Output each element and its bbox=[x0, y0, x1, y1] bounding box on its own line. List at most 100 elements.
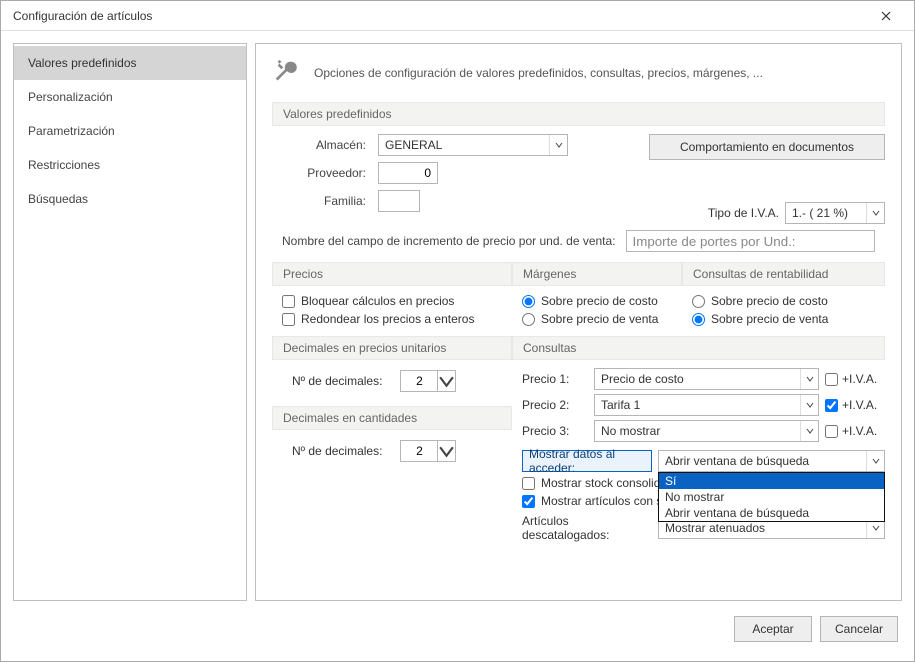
dec-cant-spinner[interactable] bbox=[400, 440, 456, 462]
dialog-window: Configuración de artículos Valores prede… bbox=[0, 0, 915, 662]
increment-label: Nombre del campo de incremento de precio… bbox=[282, 234, 616, 248]
margen-costo-radio-row[interactable]: Sobre precio de costo bbox=[522, 294, 672, 308]
precio3-combo[interactable]: No mostrar bbox=[594, 420, 819, 442]
bloquear-checkbox[interactable] bbox=[282, 295, 295, 308]
margen-costo-radio[interactable] bbox=[522, 295, 535, 308]
sidebar-item-valores[interactable]: Valores predefinidos bbox=[14, 46, 246, 80]
iva-value: 1.- ( 21 %) bbox=[792, 206, 866, 220]
group-rentabilidad: Consultas de rentabilidad bbox=[682, 262, 885, 286]
sidebar-item-personalizacion[interactable]: Personalización bbox=[14, 80, 246, 114]
redondear-checkbox-row[interactable]: Redondear los precios a enteros bbox=[282, 312, 502, 326]
precio3-iva-row[interactable]: +I.V.A. bbox=[825, 424, 885, 438]
precio1-iva-label: +I.V.A. bbox=[842, 372, 877, 386]
sidebar: Valores predefinidos Personalización Par… bbox=[13, 43, 247, 601]
chevron-down-icon bbox=[800, 369, 818, 389]
sidebar-label: Restricciones bbox=[28, 158, 100, 172]
proveedor-label: Proveedor: bbox=[282, 166, 370, 180]
titlebar: Configuración de artículos bbox=[1, 1, 914, 31]
margen-venta-radio[interactable] bbox=[522, 313, 535, 326]
almacen-combo[interactable]: GENERAL bbox=[378, 134, 568, 156]
articulos-sto-label: Mostrar artículos con st bbox=[541, 494, 666, 508]
mostrar-label: Mostrar datos al acceder: bbox=[522, 450, 652, 472]
comportamiento-button[interactable]: Comportamiento en documentos bbox=[649, 134, 885, 160]
margen-venta-radio-row[interactable]: Sobre precio de venta bbox=[522, 312, 672, 326]
group-valores: Valores predefinidos bbox=[272, 102, 885, 126]
almacen-label: Almacén: bbox=[282, 138, 370, 152]
dialog-body: Valores predefinidos Personalización Par… bbox=[1, 31, 914, 661]
mostrar-option-no[interactable]: No mostrar bbox=[659, 489, 884, 505]
descat-label: Artículos descatalogados: bbox=[522, 514, 652, 542]
bloquear-checkbox-row[interactable]: Bloquear cálculos en precios bbox=[282, 294, 502, 308]
chevron-down-icon bbox=[800, 421, 818, 441]
chevron-down-icon[interactable] bbox=[438, 440, 456, 462]
stock-consol-label: Mostrar stock consolida bbox=[541, 476, 667, 490]
header-description: Opciones de configuración de valores pre… bbox=[314, 66, 763, 80]
sidebar-item-restricciones[interactable]: Restricciones bbox=[14, 148, 246, 182]
articulos-sto-checkbox[interactable] bbox=[522, 495, 535, 508]
iva-combo[interactable]: 1.- ( 21 %) bbox=[785, 202, 885, 224]
precio1-combo[interactable]: Precio de costo bbox=[594, 368, 819, 390]
dec-cant-label: Nº de decimales: bbox=[292, 444, 382, 458]
mostrar-dropdown-list[interactable]: Sí No mostrar Abrir ventana de búsqueda bbox=[658, 472, 885, 522]
main-panel: Opciones de configuración de valores pre… bbox=[255, 43, 902, 601]
precio3-iva-label: +I.V.A. bbox=[842, 424, 877, 438]
familia-label: Familia: bbox=[282, 194, 370, 208]
sidebar-item-busquedas[interactable]: Búsquedas bbox=[14, 182, 246, 216]
panes: Valores predefinidos Personalización Par… bbox=[13, 43, 902, 601]
close-button[interactable] bbox=[866, 1, 906, 31]
mostrar-option-si[interactable]: Sí bbox=[659, 473, 884, 489]
wrench-icon bbox=[272, 58, 302, 88]
proveedor-input[interactable] bbox=[378, 162, 438, 184]
iva-label: Tipo de I.V.A. bbox=[708, 206, 779, 220]
stock-consol-checkbox[interactable] bbox=[522, 477, 535, 490]
mostrar-option-abrir[interactable]: Abrir ventana de búsqueda bbox=[659, 505, 884, 521]
chevron-down-icon bbox=[866, 203, 884, 223]
dec-unit-input[interactable] bbox=[400, 370, 438, 392]
rentab-venta-radio-row[interactable]: Sobre precio de venta bbox=[692, 312, 875, 326]
precio2-combo[interactable]: Tarifa 1 bbox=[594, 394, 819, 416]
familia-input[interactable] bbox=[378, 190, 420, 212]
precio1-label: Precio 1: bbox=[522, 372, 588, 386]
redondear-checkbox[interactable] bbox=[282, 313, 295, 326]
increment-input[interactable] bbox=[626, 230, 875, 252]
precio1-iva-row[interactable]: +I.V.A. bbox=[825, 372, 885, 386]
cancel-label: Cancelar bbox=[835, 622, 883, 636]
mostrar-combo[interactable]: Abrir ventana de búsqueda bbox=[658, 450, 885, 472]
close-icon bbox=[881, 11, 891, 21]
dec-unit-label: Nº de decimales: bbox=[292, 374, 382, 388]
rentab-venta-label: Sobre precio de venta bbox=[711, 312, 828, 326]
header-row: Opciones de configuración de valores pre… bbox=[272, 58, 885, 88]
margen-venta-label: Sobre precio de venta bbox=[541, 312, 658, 326]
chevron-down-icon[interactable] bbox=[438, 370, 456, 392]
group-dec-cant: Decimales en cantidades bbox=[272, 406, 512, 430]
group-consultas: Consultas bbox=[512, 336, 885, 360]
precio2-iva-row[interactable]: +I.V.A. bbox=[825, 398, 885, 412]
chevron-down-icon bbox=[549, 135, 567, 155]
rentab-costo-radio[interactable] bbox=[692, 295, 705, 308]
sidebar-label: Personalización bbox=[28, 90, 113, 104]
valores-row: Almacén: GENERAL Proveedor: Familia: bbox=[272, 134, 885, 224]
chevron-down-icon bbox=[800, 395, 818, 415]
ok-button[interactable]: Aceptar bbox=[734, 616, 812, 642]
precio2-label: Precio 2: bbox=[522, 398, 588, 412]
cancel-button[interactable]: Cancelar bbox=[820, 616, 898, 642]
sidebar-label: Parametrización bbox=[28, 124, 115, 138]
precio2-iva-label: +I.V.A. bbox=[842, 398, 877, 412]
precio1-iva-checkbox[interactable] bbox=[825, 373, 838, 386]
mostrar-value: Abrir ventana de búsqueda bbox=[665, 454, 866, 468]
sidebar-item-parametrizacion[interactable]: Parametrización bbox=[14, 114, 246, 148]
precio2-iva-checkbox[interactable] bbox=[825, 399, 838, 412]
dec-unit-spinner[interactable] bbox=[400, 370, 456, 392]
precio3-value: No mostrar bbox=[601, 424, 800, 438]
bloquear-label: Bloquear cálculos en precios bbox=[301, 294, 454, 308]
precio3-iva-checkbox[interactable] bbox=[825, 425, 838, 438]
dec-cant-input[interactable] bbox=[400, 440, 438, 462]
group-precios: Precios bbox=[272, 262, 512, 286]
rentab-venta-radio[interactable] bbox=[692, 313, 705, 326]
margen-costo-label: Sobre precio de costo bbox=[541, 294, 658, 308]
rentab-costo-radio-row[interactable]: Sobre precio de costo bbox=[692, 294, 875, 308]
descat-value: Mostrar atenuados bbox=[665, 521, 866, 535]
redondear-label: Redondear los precios a enteros bbox=[301, 312, 474, 326]
precio3-label: Precio 3: bbox=[522, 424, 588, 438]
rentab-costo-label: Sobre precio de costo bbox=[711, 294, 828, 308]
